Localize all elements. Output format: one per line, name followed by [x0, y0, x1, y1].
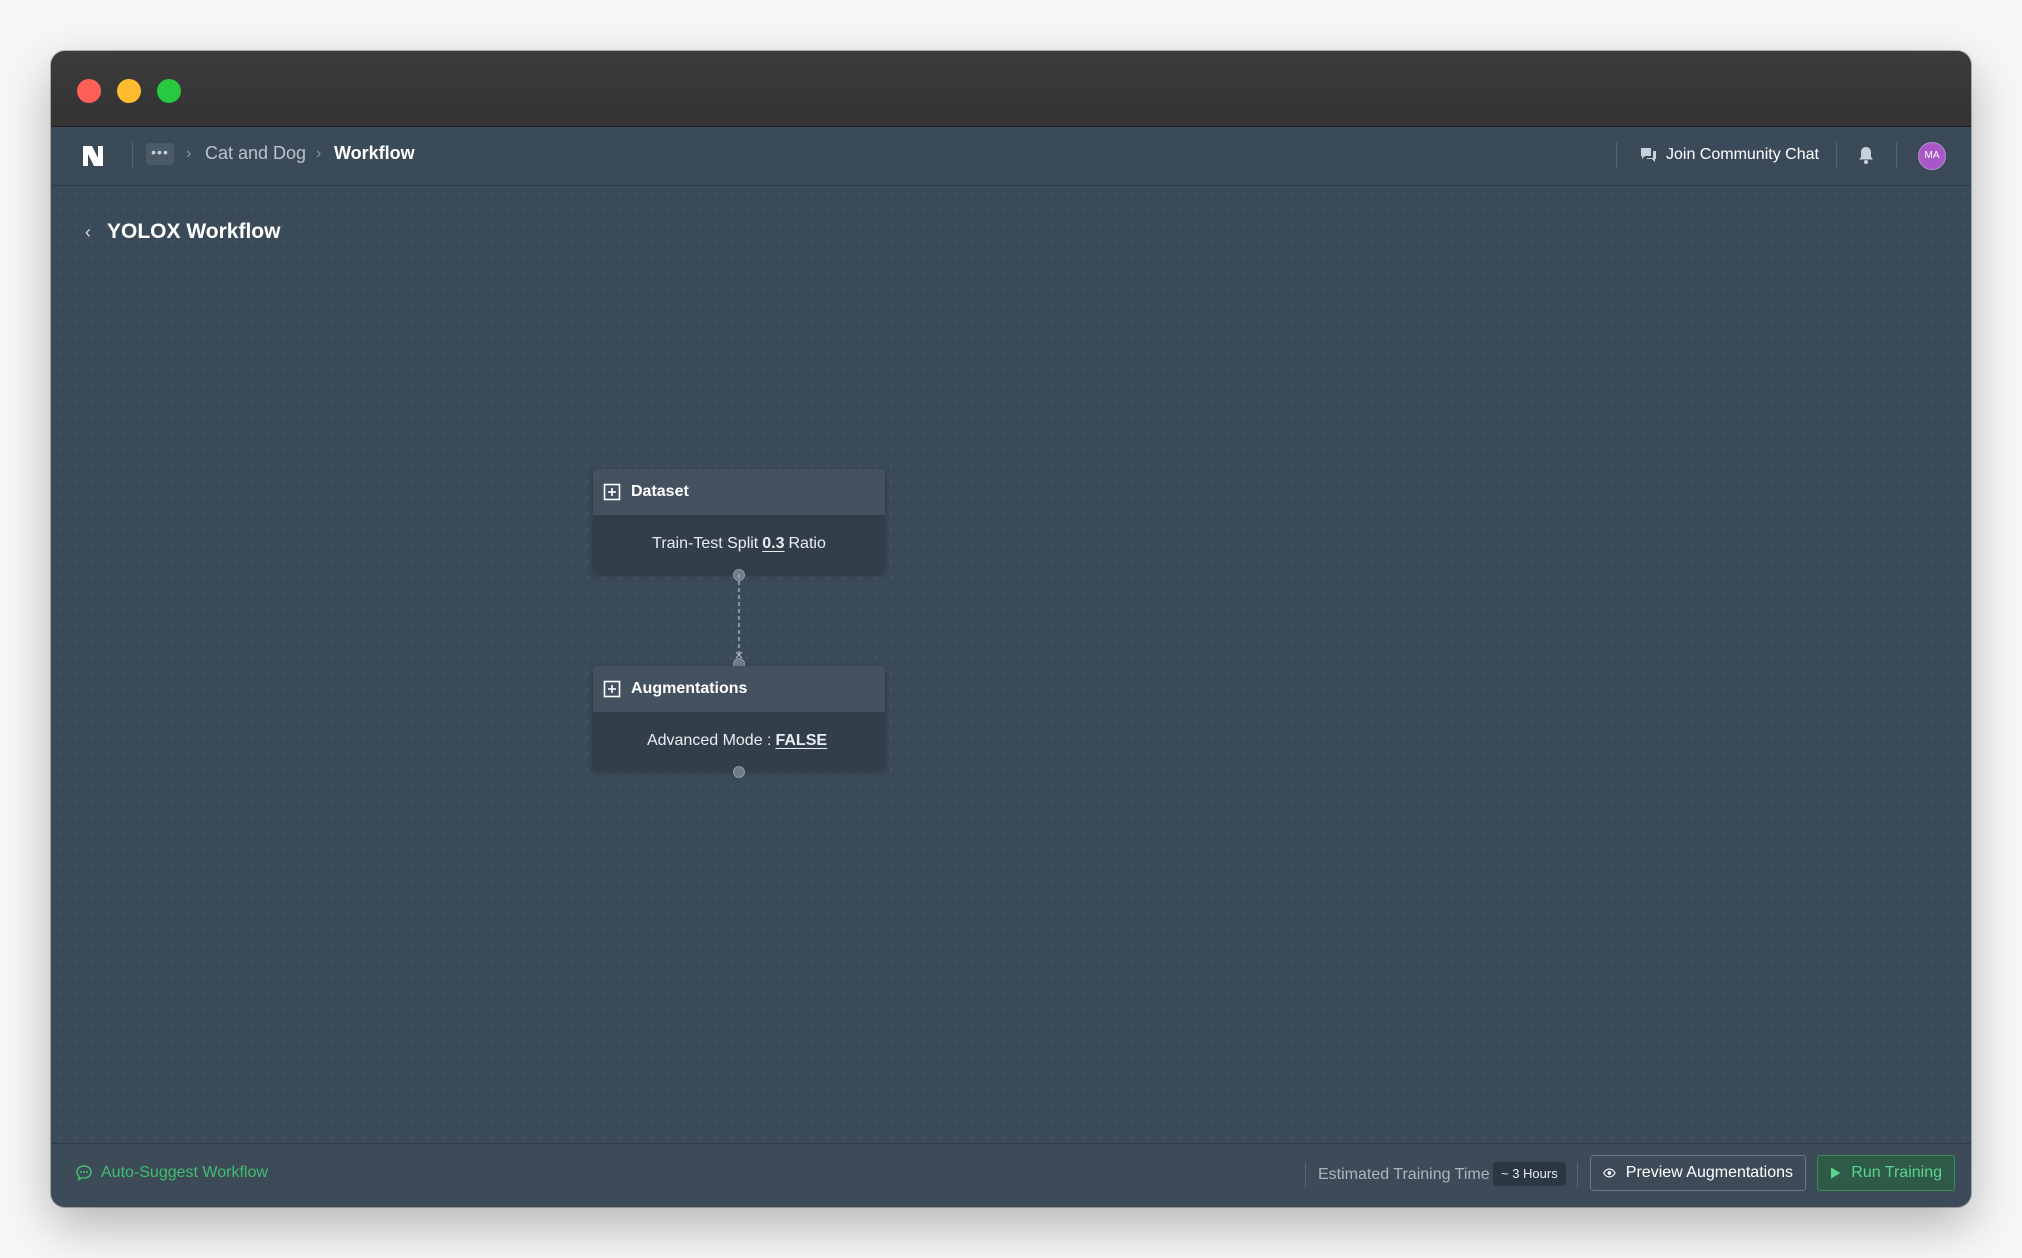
workflow-canvas[interactable]: ‹ YOLOX Workflow Dataset Train-Test Spli… [51, 186, 1971, 1144]
preview-augmentations-label: Preview Augmentations [1625, 1164, 1793, 1181]
app-window: ••• › Cat and Dog › Workflow Join Commun… [51, 51, 1971, 1207]
run-training-label: Run Training [1851, 1164, 1942, 1181]
avatar[interactable]: MA [1918, 142, 1946, 170]
divider [1836, 142, 1837, 168]
maximize-window-button[interactable] [157, 79, 181, 103]
output-port[interactable] [733, 766, 745, 778]
minimize-window-button[interactable] [117, 79, 141, 103]
page-title: YOLOX Workflow [107, 220, 281, 243]
node-body-prefix: Train-Test Split [652, 535, 759, 552]
advanced-mode-value[interactable]: FALSE [775, 732, 827, 750]
node-body-prefix: Advanced Mode : [646, 732, 772, 749]
n-logo-icon[interactable] [81, 144, 105, 168]
node-connector [735, 574, 743, 659]
divider [132, 142, 133, 168]
breadcrumb-project[interactable]: Cat and Dog [205, 143, 306, 164]
auto-suggest-label: Auto-Suggest Workflow [101, 1164, 268, 1181]
chevron-right-icon: › [186, 145, 192, 162]
chevron-right-icon: › [316, 145, 322, 162]
node-body-suffix: Ratio [788, 535, 826, 552]
node-header: Augmentations [593, 666, 885, 712]
bell-icon[interactable] [1855, 144, 1877, 166]
add-box-icon [603, 483, 621, 501]
augmentations-node[interactable]: Augmentations Advanced Mode : FALSE [593, 666, 885, 770]
estimated-training-time-badge: ~ 3 Hours [1493, 1162, 1566, 1186]
top-navbar: ••• › Cat and Dog › Workflow Join Commun… [51, 127, 1971, 186]
divider [1577, 1162, 1578, 1188]
preview-augmentations-button[interactable]: Preview Augmentations [1590, 1155, 1806, 1191]
page-header: ‹ YOLOX Workflow [85, 220, 280, 244]
bottom-action-bar: Auto-Suggest Workflow Estimated Training… [51, 1143, 1971, 1207]
auto-suggest-workflow-button[interactable]: Auto-Suggest Workflow [75, 1164, 268, 1182]
divider [1896, 142, 1897, 168]
run-training-button[interactable]: Run Training [1817, 1155, 1955, 1191]
divider [1305, 1162, 1306, 1188]
add-box-icon [603, 680, 621, 698]
breadcrumb-current: Workflow [334, 143, 415, 163]
split-ratio-value[interactable]: 0.3 [762, 535, 784, 553]
eye-icon [1603, 1168, 1616, 1178]
node-title: Augmentations [631, 680, 748, 697]
play-icon [1830, 1167, 1841, 1179]
window-titlebar [51, 51, 1971, 127]
node-title: Dataset [631, 483, 689, 500]
node-body: Train-Test Split 0.3 Ratio [593, 515, 885, 573]
sparkle-chat-icon [76, 1165, 92, 1181]
divider [1616, 142, 1617, 168]
estimated-training-time-label: Estimated Training Time [1318, 1166, 1490, 1183]
dataset-node[interactable]: Dataset Train-Test Split 0.3 Ratio [593, 469, 885, 573]
join-community-chat-button[interactable]: Join Community Chat [1638, 141, 1819, 169]
chat-icon [1641, 148, 1656, 162]
node-body: Advanced Mode : FALSE [593, 712, 885, 770]
community-chat-label: Join Community Chat [1666, 146, 1819, 163]
close-window-button[interactable] [77, 79, 101, 103]
breadcrumb-more-button[interactable]: ••• [146, 143, 174, 165]
back-chevron-icon[interactable]: ‹ [85, 222, 91, 243]
node-header: Dataset [593, 469, 885, 515]
